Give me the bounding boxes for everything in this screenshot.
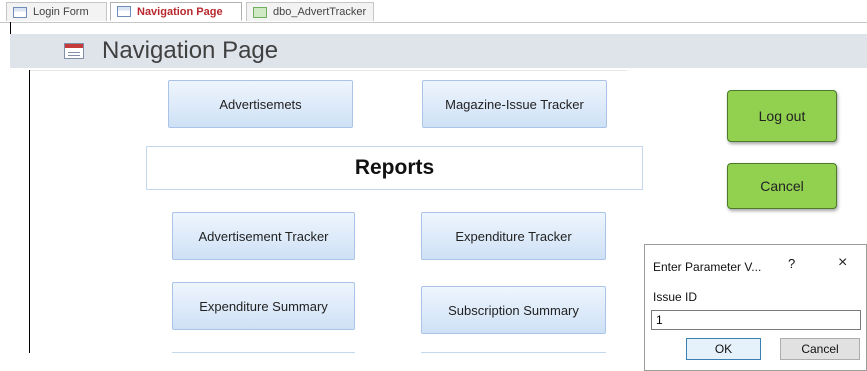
form-icon: [117, 6, 131, 17]
tab-label: dbo_AdvertTracker: [273, 6, 367, 18]
header-divider: [30, 70, 627, 71]
form-border: [29, 70, 30, 353]
magazine-issue-tracker-button[interactable]: Magazine-Issue Tracker: [422, 80, 607, 128]
advertisements-button[interactable]: Advertisemets: [168, 80, 353, 128]
tab-navigation-page[interactable]: Navigation Page: [110, 2, 242, 21]
next-report-button-edge[interactable]: [172, 352, 355, 353]
next-report-button-edge[interactable]: [421, 352, 606, 353]
help-icon[interactable]: ?: [788, 256, 795, 271]
enter-parameter-dialog: Enter Parameter V... ? × Issue ID OK Can…: [644, 244, 867, 371]
tab-dbo-adverttracker[interactable]: dbo_AdvertTracker: [246, 2, 374, 21]
tab-label: Navigation Page: [137, 5, 223, 18]
issue-id-label: Issue ID: [653, 290, 698, 304]
expenditure-tracker-button[interactable]: Expenditure Tracker: [421, 212, 606, 260]
log-out-button[interactable]: Log out: [727, 90, 837, 142]
subscription-summary-button[interactable]: Subscription Summary: [421, 286, 606, 334]
table-icon: [253, 6, 267, 18]
cancel-button[interactable]: Cancel: [727, 163, 837, 209]
ok-button[interactable]: OK: [686, 338, 761, 360]
page-title: Navigation Page: [102, 37, 279, 64]
dialog-cancel-button[interactable]: Cancel: [780, 338, 860, 360]
close-icon[interactable]: ×: [838, 254, 847, 272]
reports-heading: Reports: [146, 146, 643, 190]
document-tab-strip: Login Form Navigation Page dbo_AdvertTra…: [0, 0, 867, 23]
issue-id-input[interactable]: [651, 310, 861, 330]
dialog-title: Enter Parameter V...: [653, 260, 762, 274]
advertisement-tracker-button[interactable]: Advertisement Tracker: [172, 212, 355, 260]
expenditure-summary-button[interactable]: Expenditure Summary: [172, 282, 355, 330]
form-icon: [13, 6, 27, 18]
tab-login-form[interactable]: Login Form: [6, 2, 107, 21]
tab-label: Login Form: [33, 6, 89, 18]
form-header: Navigation Page: [10, 34, 867, 68]
form-icon: [64, 43, 84, 59]
